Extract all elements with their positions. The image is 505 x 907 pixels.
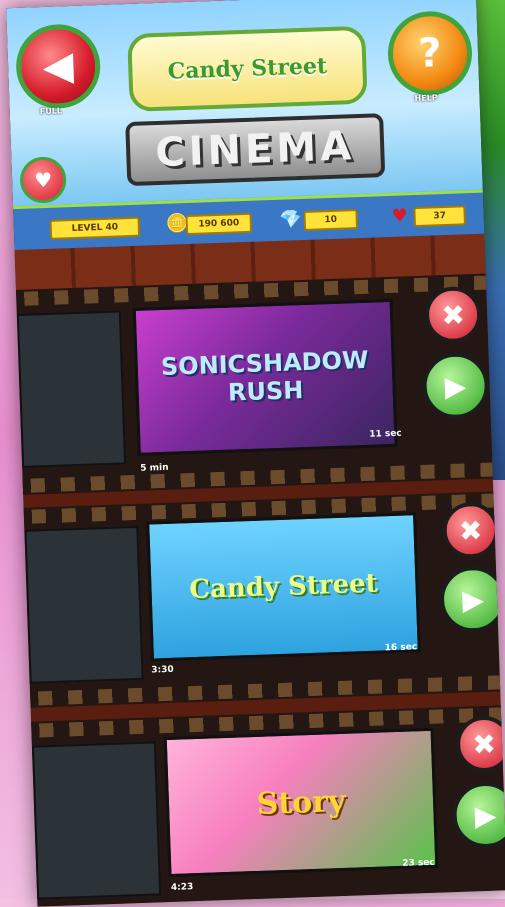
back-icon: ◀ — [42, 42, 75, 90]
video-length: 3:30 — [151, 664, 174, 676]
video-reward: 23 sec — [402, 857, 435, 869]
back-button[interactable]: ◀ — [14, 22, 102, 110]
close-icon: ✖ — [458, 513, 483, 548]
coins-value: 190 600 — [185, 212, 253, 236]
video-length: 4:23 — [170, 882, 194, 893]
question-icon: ? — [417, 30, 443, 77]
close-button[interactable]: ✖ — [424, 285, 483, 344]
play-icon: ▶ — [474, 798, 497, 832]
video-thumbnail[interactable]: SONICSHADOW RUSH — [132, 298, 398, 456]
video-length: 5 min — [140, 462, 169, 474]
close-icon: ✖ — [471, 727, 497, 761]
lives-value: 37 — [413, 205, 466, 228]
play-button[interactable]: ▶ — [438, 565, 505, 634]
video-thumbnail[interactable]: Candy Street — [146, 512, 421, 662]
close-icon: ✖ — [440, 297, 466, 332]
play-icon: ▶ — [461, 582, 485, 617]
heart-icon: ♥ — [391, 205, 409, 227]
video-row: Story 4:23 23 sec ✖ ▶ — [31, 705, 505, 907]
video-row: SONICSHADOW RUSH 5 min 11 sec ✖ ▶ — [15, 273, 493, 495]
play-button[interactable]: ▶ — [421, 351, 490, 420]
video-title: Candy Street — [188, 568, 379, 606]
previous-thumbnail — [31, 741, 162, 900]
previous-thumbnail — [24, 525, 144, 684]
gems-value: 10 — [303, 209, 359, 231]
header: ◀ FULL Candy Street ? HELP ♥ CINEMA — [6, 0, 483, 209]
back-button-caption: FULL — [39, 106, 63, 117]
previous-thumbnail — [16, 310, 127, 468]
page-title: CINEMA — [125, 113, 386, 187]
video-reward: 11 sec — [369, 428, 402, 440]
close-button[interactable]: ✖ — [455, 715, 505, 773]
video-reward: 16 sec — [384, 642, 418, 654]
heart-button[interactable]: ♥ — [19, 156, 67, 204]
game-screen: ◀ FULL Candy Street ? HELP ♥ CINEMA LEVE… — [6, 0, 505, 907]
gem-icon: 💎 — [279, 209, 303, 231]
video-thumbnail[interactable]: Story — [163, 727, 439, 878]
game-logo: Candy Street — [127, 25, 368, 112]
video-title: SONICSHADOW RUSH — [160, 345, 369, 407]
help-button-caption: HELP — [414, 93, 438, 104]
level-value: LEVEL 40 — [49, 216, 141, 240]
heart-icon: ♥ — [33, 167, 53, 193]
play-icon: ▶ — [444, 368, 467, 403]
close-button[interactable]: ✖ — [441, 501, 500, 560]
film-sprockets — [22, 462, 493, 493]
help-button[interactable]: ? — [386, 9, 474, 97]
video-title: Story — [256, 783, 347, 822]
play-button[interactable]: ▶ — [451, 780, 505, 850]
video-row: Candy Street 3:30 16 sec ✖ ▶ — [23, 491, 505, 708]
